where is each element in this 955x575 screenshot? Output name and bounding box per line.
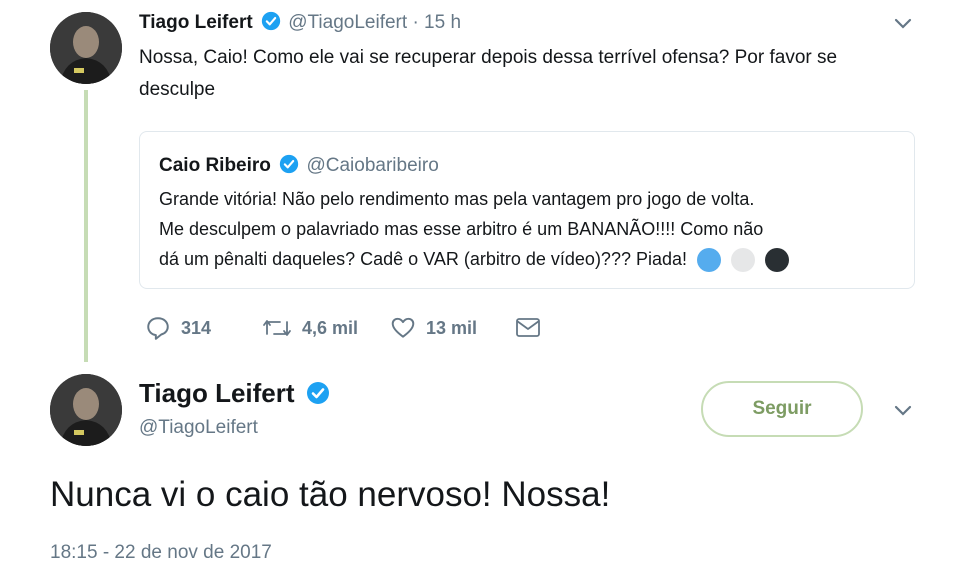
reply-time[interactable]: · 15 h [412, 12, 461, 33]
main-tweet-timestamp[interactable]: 18:15 - 22 de nov de 2017 [50, 542, 272, 564]
main-author-row: Tiago Leifert [139, 378, 330, 409]
quoted-text-line-3: dá um pênalti daqueles? Cadê o VAR (arbi… [159, 249, 688, 269]
reply-count: 314 [181, 317, 212, 338]
main-tweet-text: Nunca vi o caio tão nervoso! Nossa! [50, 475, 611, 514]
avatar[interactable] [50, 12, 122, 84]
avatar-photo-icon [50, 374, 122, 446]
quoted-tweet-text: Grande vitória! Não pelo rendimento mas … [159, 184, 909, 274]
avatar-photo-icon [50, 12, 122, 84]
reply-author-name[interactable]: Tiago Leifert [139, 12, 253, 33]
verified-badge-icon [261, 12, 281, 31]
thread-connector [84, 90, 88, 362]
follow-button[interactable]: Seguir [701, 381, 863, 437]
message-action[interactable] [515, 316, 541, 340]
retweet-icon [263, 320, 291, 336]
reply-author-handle[interactable]: @TiagoLeifert [288, 12, 407, 33]
main-author-name[interactable]: Tiago Leifert [139, 378, 295, 408]
heart-icon [391, 317, 415, 338]
main-author-handle[interactable]: @TiagoLeifert [139, 417, 258, 439]
envelope-icon [516, 318, 540, 337]
quoted-author-handle: @Caiobaribeiro [306, 155, 439, 176]
quoted-text-line: Grande vitória! Não pelo rendimento mas … [159, 189, 755, 209]
like-action[interactable]: 13 mil [390, 315, 477, 341]
retweet-action[interactable]: 4,6 mil [262, 315, 358, 341]
verified-badge-icon [306, 382, 329, 405]
reply-text-line: desculpe [139, 79, 216, 100]
quoted-text-line: dá um pênalti daqueles? Cadê o VAR (arbi… [159, 244, 909, 274]
black-circle-icon [765, 248, 790, 273]
reply-text-line: Nossa, Caio! Como ele vai se recuperar d… [139, 47, 838, 68]
quoted-author-name: Caio Ribeiro [159, 155, 271, 176]
reply-tweet-header: Tiago Leifert @TiagoLeifert · 15 h [139, 10, 461, 36]
retweet-count: 4,6 mil [302, 317, 359, 338]
verified-badge-icon [280, 155, 299, 174]
blue-circle-icon [697, 248, 722, 273]
chevron-down-icon[interactable] [892, 399, 914, 421]
reply-action[interactable]: 314 [145, 315, 211, 341]
avatar[interactable] [50, 374, 122, 446]
quoted-text-line: Me desculpem o palavriado mas esse arbit… [159, 219, 764, 239]
reply-icon [147, 317, 169, 340]
quoted-tweet-card[interactable]: Caio Ribeiro @Caiobaribeiro Grande vitór… [139, 131, 915, 289]
white-circle-icon [731, 248, 756, 273]
quoted-tweet-header: Caio Ribeiro @Caiobaribeiro [159, 155, 439, 177]
reply-tweet-text: Nossa, Caio! Como ele vai se recuperar d… [139, 42, 929, 106]
chevron-down-icon[interactable] [892, 12, 914, 34]
like-count: 13 mil [426, 317, 478, 338]
